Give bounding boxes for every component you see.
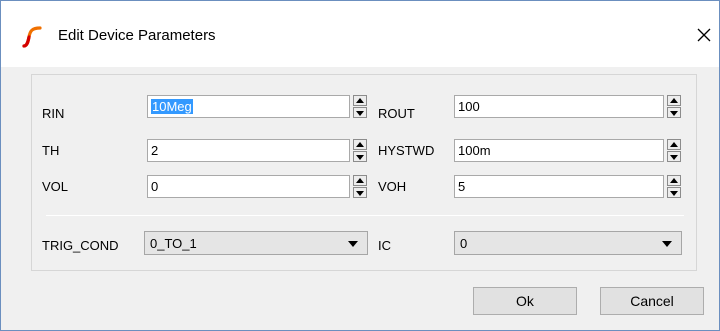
- spin-down-arrow-icon[interactable]: [353, 151, 367, 162]
- rout-spinner: [667, 95, 681, 118]
- th-input[interactable]: 2: [147, 139, 350, 162]
- cancel-button[interactable]: Cancel: [600, 287, 704, 315]
- hystwd-spinner: [667, 139, 681, 162]
- voh-input[interactable]: 5: [454, 175, 664, 198]
- spin-down-arrow-icon[interactable]: [667, 187, 681, 198]
- ltspice-squiggle-icon: [22, 26, 42, 48]
- ic-select[interactable]: 0: [454, 231, 682, 255]
- ic-label: IC: [378, 238, 391, 253]
- spin-up-arrow-icon[interactable]: [353, 95, 367, 106]
- spin-down-arrow-icon[interactable]: [353, 107, 367, 118]
- window-title: Edit Device Parameters: [58, 27, 216, 44]
- spin-up-arrow-icon[interactable]: [667, 139, 681, 150]
- group-divider: [46, 215, 684, 216]
- rout-label: ROUT: [378, 106, 415, 121]
- parameters-group: RIN 10Meg ROUT 100 TH 2 HYSTWD 100m VOL …: [31, 74, 697, 271]
- vol-spinner: [353, 175, 367, 198]
- th-spinner: [353, 139, 367, 162]
- rout-input[interactable]: 100: [454, 95, 664, 118]
- spin-up-arrow-icon[interactable]: [667, 175, 681, 186]
- trig-cond-select[interactable]: 0_TO_1: [144, 231, 368, 255]
- chevron-down-icon: [348, 241, 358, 247]
- vol-label: VOL: [42, 179, 69, 194]
- close-button[interactable]: [691, 21, 717, 49]
- close-icon: [697, 28, 711, 42]
- voh-spinner: [667, 175, 681, 198]
- spin-up-arrow-icon[interactable]: [353, 175, 367, 186]
- ic-value: 0: [460, 236, 468, 251]
- edit-device-parameters-dialog: Edit Device Parameters RIN 10Meg ROUT 10…: [0, 0, 720, 331]
- spin-down-arrow-icon[interactable]: [667, 107, 681, 118]
- hystwd-input[interactable]: 100m: [454, 139, 664, 162]
- spin-up-arrow-icon[interactable]: [667, 95, 681, 106]
- vol-input[interactable]: 0: [147, 175, 350, 198]
- rin-value-selected: 10Meg: [151, 99, 193, 114]
- spin-down-arrow-icon[interactable]: [667, 151, 681, 162]
- voh-label: VOH: [378, 179, 407, 194]
- hystwd-label: HYSTWD: [378, 143, 435, 158]
- rin-input[interactable]: 10Meg: [147, 95, 350, 118]
- th-label: TH: [42, 143, 60, 158]
- ok-button[interactable]: Ok: [473, 287, 577, 315]
- rin-label: RIN: [42, 106, 65, 121]
- spin-down-arrow-icon[interactable]: [353, 187, 367, 198]
- trig-cond-label: TRIG_COND: [42, 238, 119, 253]
- spin-up-arrow-icon[interactable]: [353, 139, 367, 150]
- title-bar: Edit Device Parameters: [1, 1, 719, 67]
- chevron-down-icon: [662, 241, 672, 247]
- rin-spinner: [353, 95, 367, 118]
- trig-cond-value: 0_TO_1: [150, 236, 197, 251]
